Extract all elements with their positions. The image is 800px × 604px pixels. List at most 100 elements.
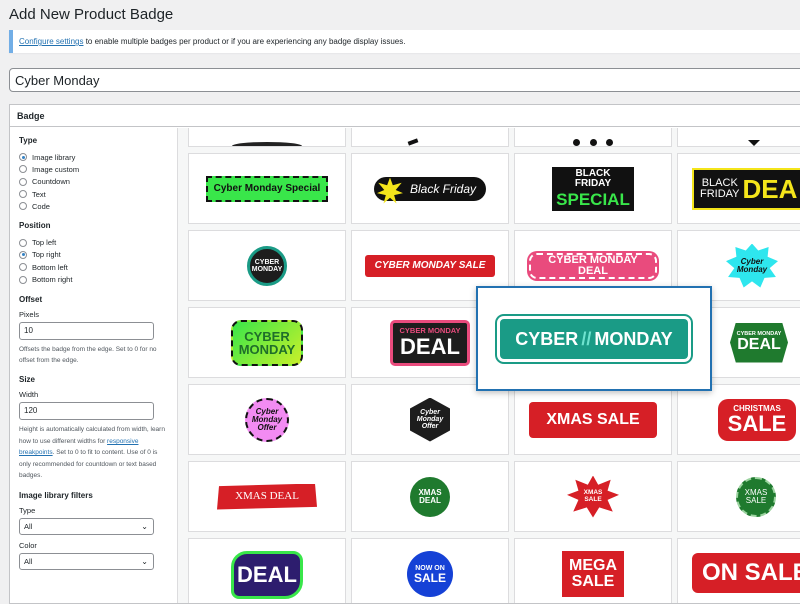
badge-option[interactable]: XMAS DEAL — [351, 461, 509, 532]
badge-black-friday-deal: BLACK FRIDAY DEA — [692, 167, 800, 210]
badge-xmas-deal: XMAS DEAL — [217, 483, 317, 510]
badge-title-input[interactable] — [9, 68, 800, 92]
badge-option[interactable]: DEAL — [188, 538, 346, 603]
badge-cyber-monday-green: CYBER MONDAY — [231, 319, 303, 366]
badge-text: Monday — [736, 264, 768, 274]
position-option-bottom-left[interactable]: Bottom left — [19, 261, 169, 273]
badge-option[interactable]: BLACK FRIDAY DEA — [677, 153, 800, 224]
badge-xmas-deal-circle: XMAS DEAL — [410, 476, 450, 517]
radio-icon[interactable] — [19, 275, 27, 284]
badge-black-friday: Black Friday — [373, 176, 487, 204]
badge-text: DEAL — [419, 495, 441, 505]
radio-icon[interactable] — [19, 238, 27, 247]
badge-option[interactable]: Cyber Monday Offer — [188, 384, 346, 455]
radio-icon[interactable] — [19, 177, 27, 186]
badge-option[interactable]: CYBER MONDAY — [188, 230, 346, 301]
badge-text: CYBER — [244, 328, 290, 344]
badge-option[interactable]: Cyber Monday Offer — [351, 384, 509, 455]
type-option-image-custom[interactable]: Image custom — [19, 163, 169, 175]
filters-title: Image library filters — [19, 490, 93, 500]
width-input[interactable]: 120 — [19, 402, 154, 421]
badge-black-friday-special: BLACK FRIDAY SPECIAL — [552, 166, 634, 211]
badge-text: MONDAY — [238, 341, 296, 357]
badge-cyber-monday-splash: Cyber Monday — [726, 243, 778, 288]
badge-text: SALE — [413, 570, 446, 585]
badge-option[interactable]: Black Friday — [351, 153, 509, 224]
notice-text: to enable multiple badges per product or… — [83, 37, 406, 46]
configure-settings-link[interactable]: Configure settings — [19, 37, 83, 46]
option-label: Image library — [32, 152, 76, 162]
badge-image — [748, 140, 760, 146]
badge-option[interactable] — [514, 128, 672, 147]
option-label: Top left — [32, 238, 57, 248]
badge-cyber-monday-deal: CYBER MONDAY DEAL — [529, 252, 657, 279]
badge-option[interactable]: XMAS DEAL — [188, 461, 346, 532]
position-option-top-right[interactable]: Top right — [19, 249, 169, 261]
selected-badge-preview[interactable]: CYBER//MONDAY — [476, 286, 712, 391]
option-label: Text — [32, 189, 46, 199]
position-option-top-left[interactable]: Top left — [19, 236, 169, 248]
chevron-down-icon: ⌄ — [141, 521, 148, 531]
badge-xmas-sale: XMAS SALE — [529, 401, 657, 438]
badge-text: CYBER MONDAY — [399, 325, 461, 335]
badge-text: BLACK FRIDAY — [574, 168, 612, 189]
filter-type-select[interactable]: All ⌄ — [19, 517, 154, 535]
badge-option[interactable]: MEGA SALE — [514, 538, 672, 603]
badge-xmas-sale-circle: XMAS SALE — [736, 476, 776, 517]
badge-text: Cyber — [420, 409, 440, 416]
type-option-code[interactable]: Code — [19, 200, 169, 212]
badge-text: MONDAY — [594, 328, 673, 349]
badge-option[interactable]: CHRISTMAS SALE — [677, 384, 800, 455]
badge-cyber-monday-sale: CYBER MONDAY SALE — [365, 254, 495, 277]
radio-icon[interactable] — [19, 165, 27, 174]
radio-checked-icon[interactable] — [19, 153, 27, 162]
size-help-text: Height is automatically calculated from … — [19, 424, 169, 481]
badge-option[interactable] — [188, 128, 346, 147]
badge-cyber-monday-special: Cyber Monday Special — [205, 175, 329, 202]
badge-option[interactable]: Cyber Monday Special — [188, 153, 346, 224]
radio-icon[interactable] — [19, 190, 27, 199]
option-label: Countdown — [32, 177, 70, 187]
badge-option[interactable]: NOW ON SALE — [351, 538, 509, 603]
type-option-text[interactable]: Text — [19, 188, 169, 200]
badge-option[interactable]: XMAS SALE — [514, 461, 672, 532]
option-label: Code — [32, 201, 50, 211]
badge-option[interactable]: XMAS SALE — [514, 384, 672, 455]
offset-help-text: Offsets the badge from the edge. Set to … — [19, 345, 157, 365]
badge-cyber-monday-deal-green: CYBER MONDAY DEAL — [730, 322, 788, 363]
offset-title: Offset — [19, 294, 43, 304]
option-label: Bottom left — [32, 262, 68, 272]
radio-icon[interactable] — [19, 202, 27, 211]
type-option-image-library[interactable]: Image library — [19, 151, 169, 163]
badge-option[interactable]: BLACK FRIDAY SPECIAL — [514, 153, 672, 224]
badge-option[interactable]: XMAS SALE — [677, 461, 800, 532]
radio-checked-icon[interactable] — [19, 250, 27, 259]
badge-xmas-sale-burst: XMAS SALE — [567, 475, 619, 518]
badge-text: DEAL — [400, 334, 460, 360]
badge-cyber-monday-circle: CYBER MONDAY — [247, 245, 287, 286]
option-label: Bottom right — [32, 275, 73, 285]
position-title: Position — [19, 221, 51, 231]
badge-option[interactable] — [351, 128, 509, 147]
badge-options-sidebar: Type Image library Image custom Countdow… — [10, 128, 178, 603]
offset-pixels-input[interactable]: 10 — [19, 321, 154, 340]
option-label: Top right — [32, 250, 61, 260]
badge-image — [573, 139, 613, 146]
badge-text: // — [581, 328, 592, 349]
radio-icon[interactable] — [19, 263, 27, 272]
filter-color-label: Color — [19, 540, 37, 550]
filter-color-select[interactable]: All ⌄ — [19, 552, 154, 570]
type-option-countdown[interactable]: Countdown — [19, 176, 169, 188]
position-option-bottom-right[interactable]: Bottom right — [19, 273, 169, 285]
badge-option[interactable]: CYBER MONDAY — [188, 307, 346, 378]
badge-text: CYBER — [515, 328, 579, 349]
badge-option[interactable]: ON SALE — [677, 538, 800, 603]
badge-on-sale: ON SALE — [692, 553, 800, 593]
badge-cyber-monday-offer-dark: Cyber Monday Offer — [410, 397, 450, 442]
badge-deal-purple: DEAL — [231, 551, 303, 599]
badge-text: Black Friday — [409, 181, 477, 196]
badge-text: SALE — [571, 573, 615, 590]
badge-text: SALE — [745, 495, 767, 505]
badge-option[interactable] — [677, 128, 800, 147]
badge-cyber-monday-teal: CYBER//MONDAY — [500, 318, 688, 359]
